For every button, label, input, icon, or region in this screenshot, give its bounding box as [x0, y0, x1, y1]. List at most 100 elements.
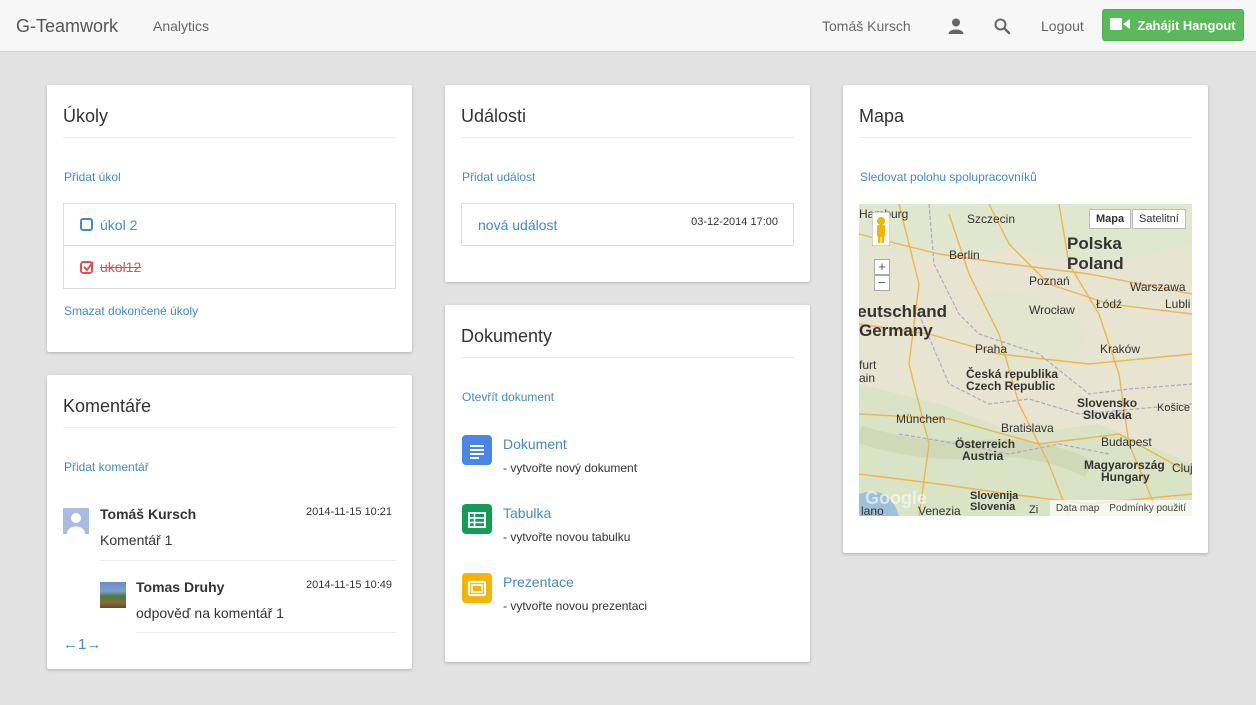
clear-done-tasks-link[interactable]: Smazat dokončené úkoly	[64, 304, 198, 318]
map-label: Slovakia	[1083, 408, 1132, 422]
video-camera-icon	[1110, 17, 1131, 33]
divider	[136, 632, 396, 633]
divider	[859, 137, 1192, 138]
pager-next-arrow[interactable]: →	[86, 636, 101, 653]
add-event-link[interactable]: Přidat událost	[462, 170, 535, 184]
zoom-out-button[interactable]: −	[874, 275, 890, 291]
divider	[100, 560, 396, 561]
map-label: Austria	[962, 449, 1004, 463]
task-list: úkol 2 ukol12	[63, 203, 396, 289]
map-type-satellite-button[interactable]: Satelitní	[1132, 209, 1186, 229]
map-label: Košice	[1157, 402, 1191, 414]
google-sheets-icon[interactable]	[462, 504, 492, 534]
events-panel: Události Přidat událost nová událost 03-…	[445, 85, 810, 282]
event-item[interactable]: nová událost 03-12-2014 17:00	[462, 204, 793, 246]
start-hangout-button[interactable]: Zahájit Hangout	[1102, 9, 1244, 41]
user-icon[interactable]	[947, 17, 965, 35]
event-name[interactable]: nová událost	[478, 217, 557, 233]
google-docs-icon[interactable]	[462, 435, 492, 465]
open-document-link[interactable]: Otevřít dokument	[462, 390, 554, 404]
map-label: Praha	[975, 342, 1008, 356]
map-label: München	[896, 412, 946, 426]
map-label: Zi	[1029, 504, 1039, 516]
map-label: Bratislava	[1001, 421, 1054, 435]
comment-date: 2014-11-15 10:21	[306, 506, 393, 518]
comment-author: Tomáš Kursch	[100, 506, 197, 522]
map-label: Slovenia	[970, 501, 1016, 513]
document-title[interactable]: Dokument	[503, 436, 567, 452]
map-label: Germany	[859, 321, 933, 340]
track-colleagues-link[interactable]: Sledovat polohu spolupracovníků	[860, 170, 1037, 184]
map-label: Warszawa	[1130, 280, 1186, 294]
map-panel: Mapa Sledovat polohu spolupracovníků Szc…	[843, 85, 1208, 553]
task-label[interactable]: ukol12	[100, 259, 141, 275]
divider	[63, 137, 396, 138]
comments-panel: Komentáře Přidat komentář Tomáš Kursch 2…	[47, 375, 412, 669]
event-list: nová událost 03-12-2014 17:00	[461, 203, 794, 246]
pegman-icon[interactable]	[872, 212, 890, 246]
task-label[interactable]: úkol 2	[100, 217, 137, 233]
map-terms-link[interactable]: Podmínky použití	[1109, 503, 1186, 514]
map-label: Berlin	[949, 248, 980, 262]
map-label: Polska	[1067, 234, 1122, 253]
comment-date: 2014-11-15 10:49	[306, 579, 393, 591]
comment-text: Komentář 1	[100, 532, 173, 548]
checkbox-unchecked-icon[interactable]	[80, 218, 93, 231]
brand-logo[interactable]: G-Teamwork	[16, 16, 118, 37]
map-label: ain	[859, 371, 876, 385]
map-label: Szczecin	[967, 212, 1016, 226]
events-title: Události	[461, 106, 527, 126]
tasks-panel: Úkoly Přidat úkol úkol 2 ukol12 Smazat d…	[47, 85, 412, 352]
map-label: Kraków	[1100, 342, 1141, 356]
pagination: ←1→	[63, 636, 101, 653]
documents-title: Dokumenty	[461, 326, 553, 346]
map-label: Czech Republic	[966, 379, 1056, 393]
divider	[461, 137, 794, 138]
map-label: Cluj	[1172, 461, 1192, 475]
avatar	[63, 508, 89, 534]
task-item[interactable]: úkol 2	[64, 204, 395, 246]
presentation-title[interactable]: Prezentace	[503, 574, 574, 590]
google-slides-icon[interactable]	[462, 573, 492, 603]
zoom-in-button[interactable]: +	[874, 259, 890, 275]
spreadsheet-desc: - vytvořte novou tabulku	[503, 530, 631, 544]
add-comment-link[interactable]: Přidat komentář	[64, 460, 149, 474]
map-label: Budapest	[1101, 435, 1152, 449]
divider	[461, 357, 794, 358]
google-logo: Google	[865, 488, 927, 508]
documents-panel: Dokumenty Otevřít dokument Dokument - vy…	[445, 305, 810, 662]
nav-user-name[interactable]: Tomáš Kursch	[822, 18, 911, 34]
comment-text: odpověď na komentář 1	[136, 605, 284, 621]
map-footer: Data map Podmínky použití	[1049, 500, 1192, 516]
checkbox-checked-icon[interactable]	[80, 260, 94, 274]
map-label: Hungary	[1101, 470, 1150, 484]
map-label: Lubli	[1165, 297, 1191, 311]
map-label: Deutschland	[859, 302, 948, 321]
search-icon[interactable]	[993, 17, 1011, 35]
google-map[interactable]: Hamburg Szczecin Berlin Polska Poland Po…	[859, 204, 1192, 516]
map-label: furt	[859, 358, 877, 372]
map-label: Poznań	[1029, 274, 1070, 288]
tasks-title: Úkoly	[63, 106, 109, 126]
top-navbar: G-Teamwork Analytics Tomáš Kursch Logout…	[0, 0, 1256, 52]
event-datetime: 03-12-2014 17:00	[691, 216, 778, 228]
spreadsheet-title[interactable]: Tabulka	[503, 505, 551, 521]
task-item[interactable]: ukol12	[64, 246, 395, 288]
comments-title: Komentáře	[63, 396, 152, 416]
pager-prev-arrow[interactable]: ←	[63, 636, 78, 653]
divider	[63, 427, 396, 428]
avatar	[100, 582, 126, 608]
nav-analytics-link[interactable]: Analytics	[153, 18, 209, 34]
document-desc: - vytvořte nový dokument	[503, 461, 638, 475]
map-title: Mapa	[859, 106, 905, 126]
presentation-desc: - vytvořte novou prezentaci	[503, 599, 648, 613]
map-type-map-button[interactable]: Mapa	[1089, 209, 1132, 229]
map-data-link[interactable]: Data map	[1056, 503, 1099, 514]
comment-author: Tomas Druhy	[136, 579, 225, 595]
map-label: Łódź	[1096, 297, 1123, 311]
map-label: Poland	[1067, 254, 1124, 273]
add-task-link[interactable]: Přidat úkol	[64, 170, 121, 184]
logout-link[interactable]: Logout	[1041, 18, 1084, 34]
hangout-button-label: Zahájit Hangout	[1137, 17, 1236, 33]
map-label: Wrocław	[1029, 303, 1075, 317]
